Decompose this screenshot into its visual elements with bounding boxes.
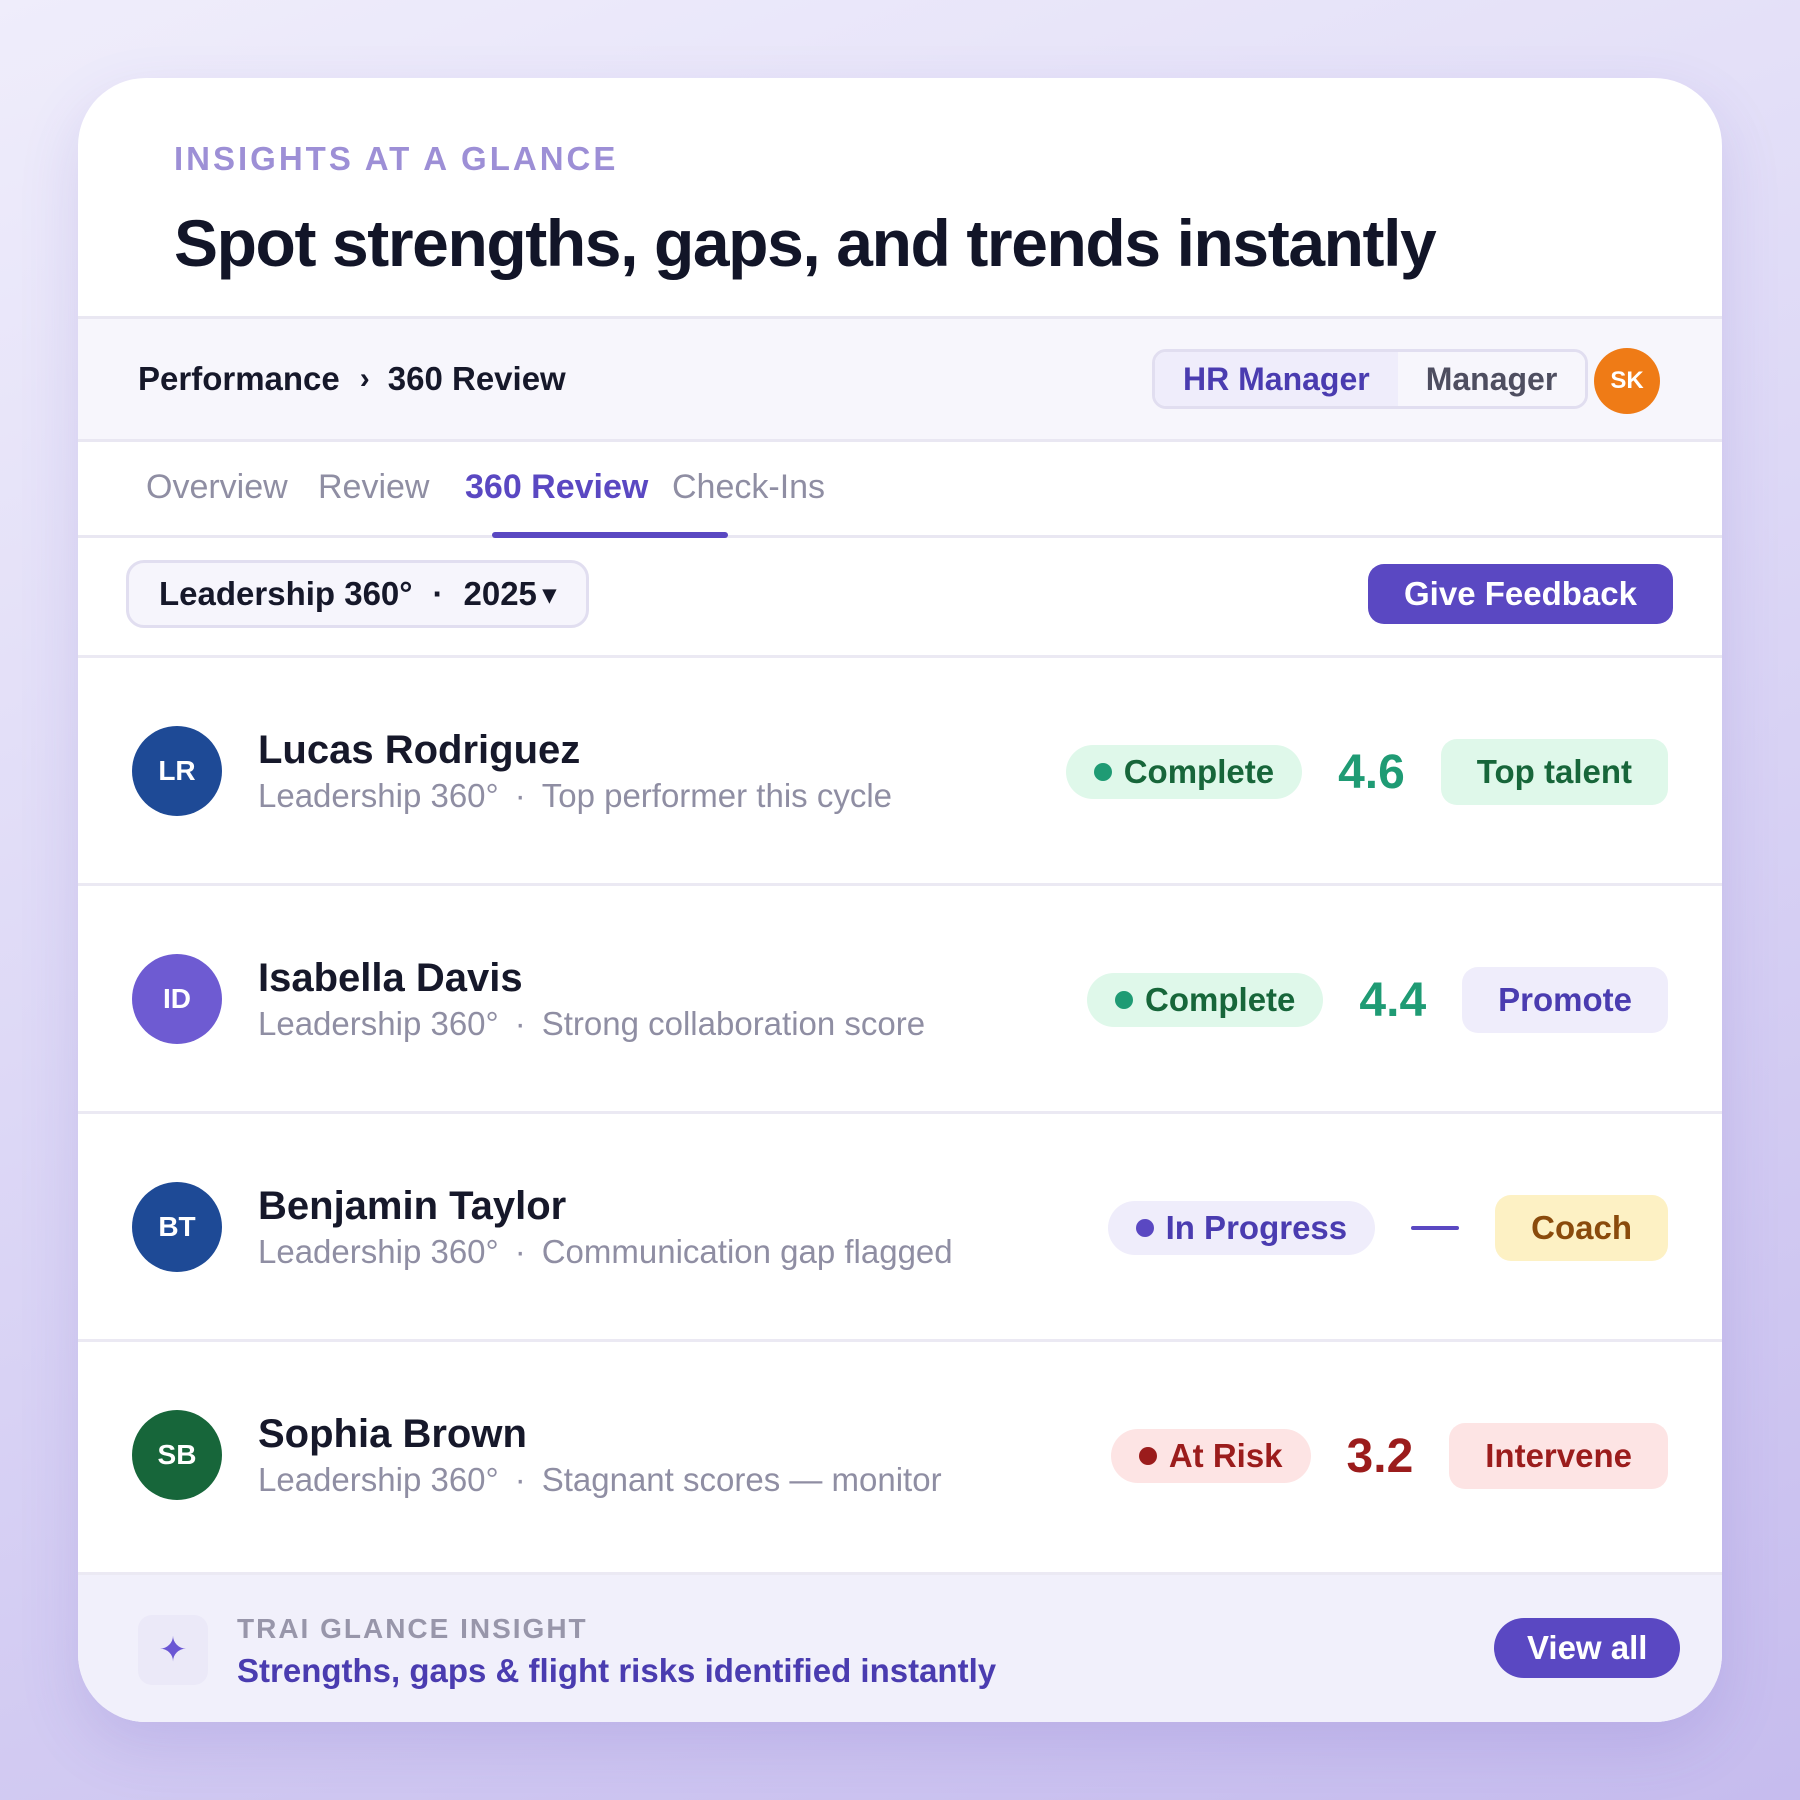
cycle-separator: · [432,575,444,612]
tab-360-review[interactable]: 360 Review [465,468,648,507]
insights-card: INSIGHTS AT A GLANCE Spot strengths, gap… [78,78,1722,1722]
role-toggle: HR Manager Manager [1152,349,1589,409]
employee-name[interactable]: Isabella Davis [258,956,523,1001]
subtitle-separator: · [514,1005,526,1042]
subtitle-separator: · [514,1461,526,1498]
page-headline: Spot strengths, gaps, and trends instant… [174,206,1437,280]
subtitle-separator: · [514,777,526,814]
role-hr-manager[interactable]: HR Manager [1155,352,1398,406]
recommendation-button[interactable]: Coach [1495,1195,1668,1261]
employee-name[interactable]: Benjamin Taylor [258,1184,566,1229]
review-note: Communication gap flagged [541,1233,953,1270]
hero-section: INSIGHTS AT A GLANCE Spot strengths, gap… [78,78,1722,319]
row-metrics: In Progress Coach [1107,1114,1668,1342]
row-metrics: Complete 4.6 Top talent [1065,658,1668,886]
footer-eyebrow: TRAI GLANCE INSIGHT [237,1613,588,1644]
recommendation-button[interactable]: Top talent [1440,739,1668,805]
recommendation-button[interactable]: Promote [1462,967,1668,1033]
employee-name[interactable]: Lucas Rodriguez [258,728,580,773]
review-note: Stagnant scores — monitor [541,1461,942,1498]
status-label: At Risk [1168,1437,1283,1474]
status-badge: In Progress [1107,1201,1376,1255]
status-dot-icon [1115,991,1134,1009]
program-name: Leadership 360° [258,1005,499,1042]
avatar: BT [132,1182,222,1272]
breadcrumb-current: 360 Review [387,360,566,397]
avatar: SB [132,1410,222,1500]
status-dot-icon [1093,763,1112,781]
program-name: Leadership 360° [258,1461,499,1498]
tab-overview[interactable]: Overview [146,468,288,507]
employee-name[interactable]: Sophia Brown [258,1412,527,1457]
table-row[interactable]: ID Isabella Davis Leadership 360° · Strong c… [78,886,1722,1114]
row-metrics: Complete 4.4 Promote [1087,886,1668,1114]
subtitle-separator: · [514,1233,526,1270]
score-value: 4.6 [1338,745,1405,799]
cycle-year: 2025 [463,575,537,612]
review-list: LR Lucas Rodriguez Leadership 360° · Top per… [78,658,1722,1569]
review-note: Top performer this cycle [541,777,893,814]
table-row[interactable]: SB Sophia Brown Leadership 360° · Stagnant s… [78,1342,1722,1569]
avatar: LR [132,726,222,816]
program-name: Leadership 360° [258,777,499,814]
eyebrow-label: INSIGHTS AT A GLANCE [174,140,619,177]
chevron-down-icon: ▾ [542,578,556,609]
breadcrumb-separator: › [359,362,370,395]
status-label: Complete [1145,981,1296,1018]
status-label: Complete [1123,753,1275,790]
status-badge: Complete [1065,745,1303,799]
score-value: 4.4 [1359,973,1427,1027]
status-dot-icon [1138,1447,1157,1465]
table-row[interactable]: BT Benjamin Taylor Leadership 360° · Communi… [78,1114,1722,1342]
status-badge: At Risk [1110,1429,1311,1483]
review-subtitle: Leadership 360° · Strong collaboration sco… [258,1005,925,1043]
review-subtitle: Leadership 360° · Communication gap flagge… [258,1233,953,1271]
tab-review[interactable]: Review [318,468,429,507]
user-avatar[interactable]: SK [1594,348,1660,414]
tab-bar: Overview Review 360 Review Check-Ins [78,442,1722,538]
role-manager[interactable]: Manager [1397,352,1586,406]
breadcrumb-performance[interactable]: Performance [138,360,340,398]
status-badge: Complete [1087,973,1324,1027]
review-note: Strong collaboration score [541,1005,926,1042]
view-all-button[interactable]: View all [1494,1618,1681,1678]
recommendation-button[interactable]: Intervene [1449,1423,1668,1489]
program-name: Leadership 360° [258,1233,499,1270]
tab-check-ins[interactable]: Check-Ins [672,468,825,507]
cycle-name: Leadership 360° [159,575,413,612]
avatar: ID [132,954,222,1044]
score-value: 3.2 [1346,1429,1414,1483]
give-feedback-button[interactable]: Give Feedback [1368,564,1673,624]
filter-bar: Leadership 360° · 2025 ▾ Give Feedback [78,538,1722,658]
sparkle-icon: ✦ [138,1615,208,1685]
status-dot-icon [1135,1219,1154,1237]
review-subtitle: Leadership 360° · Stagnant scores — monito… [258,1461,942,1499]
cycle-select[interactable]: Leadership 360° · 2025 ▾ [126,560,589,628]
status-label: In Progress [1165,1209,1348,1246]
app-topbar: Performance › 360 Review HR Manager Mana… [78,319,1722,442]
review-subtitle: Leadership 360° · Top performer this cycle [258,777,892,815]
no-score-dash [1411,1226,1460,1230]
footer-insight-text: Strengths, gaps & flight risks identifie… [237,1652,997,1689]
insight-footer: ✦ TRAI GLANCE INSIGHT Strengths, gaps & … [78,1572,1722,1722]
table-row[interactable]: LR Lucas Rodriguez Leadership 360° · Top per… [78,658,1722,886]
breadcrumb: Performance › 360 Review [138,360,566,398]
row-metrics: At Risk 3.2 Intervene [1110,1342,1668,1570]
